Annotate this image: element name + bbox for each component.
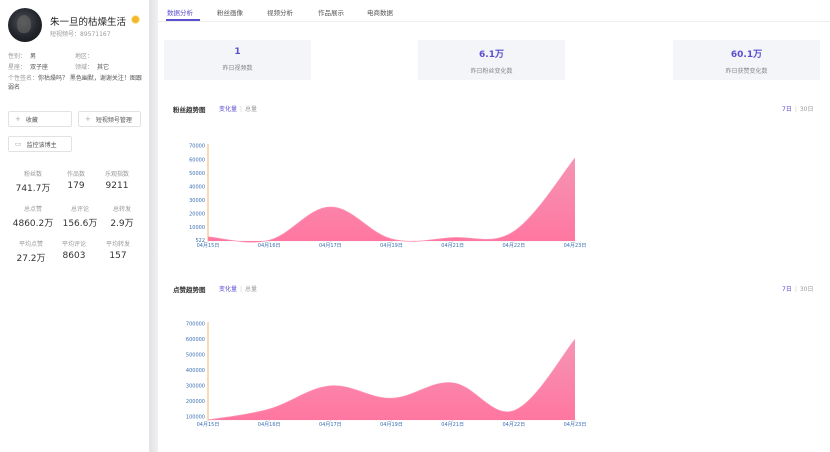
stat-label: 总点赞 <box>23 206 42 213</box>
verified-badge-icon <box>131 15 140 24</box>
avatar[interactable] <box>8 8 42 42</box>
monitor-button[interactable]: ▭ 监控该博主 <box>8 136 72 152</box>
y-tick-label: 500000 <box>186 353 205 359</box>
plus-icon: + <box>15 115 21 123</box>
stat-label: 乐观指数 <box>104 171 129 178</box>
signature: 个性签名：你枯燥吗？ 黑色幽默，谢谢关注！图跟弱名 <box>8 74 144 92</box>
y-tick-label: 400000 <box>186 368 205 374</box>
stat-value: 2.9万 <box>110 219 134 229</box>
charts-canvas: 5221000020000300004000050000600007000004… <box>186 144 586 428</box>
nickname: 朱一旦的枯燥生活 <box>50 17 127 28</box>
y-tick-label: 100000 <box>186 415 205 421</box>
stat-label: 平均评论 <box>61 241 86 248</box>
stat-label: 平均转发 <box>105 241 130 248</box>
x-tick-label: 04月17日 <box>319 422 342 428</box>
x-tick-label: 04月21日 <box>441 243 464 249</box>
x-tick-label: 04月19日 <box>380 422 403 428</box>
constellation-value: 双子座 <box>30 64 49 71</box>
gender-row: 性别：男 <box>8 51 36 60</box>
x-tick-label: 04月22日 <box>502 243 525 249</box>
field-value: 其它 <box>97 64 110 71</box>
region-row: 地区： <box>75 51 97 60</box>
stat-total-comments: 总评论 156.6万 <box>57 204 103 229</box>
stat-avg-comments: 平均评论 8603 <box>51 239 97 261</box>
stat-label: 总转发 <box>112 206 131 213</box>
gender-label: 性别： <box>8 53 27 60</box>
stat-fans: 粉丝数 741.7万 <box>10 169 56 194</box>
x-tick-label: 04月21日 <box>441 422 464 428</box>
stat-value: 27.2万 <box>16 254 46 264</box>
stat-value: 157 <box>109 251 127 261</box>
stat-optimism: 乐观指数 9211 <box>94 169 140 191</box>
fans-trend-chart: 5221000020000300004000050000600007000004… <box>189 144 586 249</box>
stat-total-shares: 总转发 2.9万 <box>99 204 145 229</box>
y-tick-label: 40000 <box>189 184 205 190</box>
stat-avg-shares: 平均转发 157 <box>95 239 141 261</box>
stat-value: 156.6万 <box>62 219 98 229</box>
sidebar-divider <box>150 0 158 452</box>
field-label: 领域： <box>75 64 94 71</box>
stat-value: 4860.2万 <box>12 219 54 229</box>
y-tick-label: 200000 <box>186 399 205 405</box>
x-tick-label: 04月16日 <box>258 422 281 428</box>
x-tick-label: 04月15日 <box>197 243 220 249</box>
gender-value: 男 <box>30 53 37 60</box>
constellation-row: 星座： 双子座 <box>8 62 48 71</box>
main-panel: 数据分析 粉丝画像 视频分析 作品展示 电商数据 1 昨日视频数 6.1万 昨日… <box>158 0 830 452</box>
account-id: 短视频号：89571167 <box>50 31 111 38</box>
manage-account-button[interactable]: + 短视频号管理 <box>78 111 141 127</box>
profile-header: 朱一旦的枯燥生活 短视频号：89571167 <box>8 8 148 42</box>
series-area <box>208 158 575 243</box>
monitor-button-label: 监控该博主 <box>26 141 57 149</box>
y-tick-label: 70000 <box>189 144 205 150</box>
x-tick-label: 04月23日 <box>564 243 587 249</box>
stat-total-likes: 总点赞 4860.2万 <box>10 204 56 229</box>
region-label: 地区： <box>75 53 94 60</box>
y-tick-label: 700000 <box>186 322 205 328</box>
x-tick-label: 04月16日 <box>258 243 281 249</box>
stat-value: 741.7万 <box>15 184 51 194</box>
y-tick-label: 30000 <box>189 198 205 204</box>
y-tick-label: 600000 <box>186 337 205 343</box>
constellation-label: 星座： <box>8 64 27 71</box>
field-row: 领域： 其它 <box>75 62 109 71</box>
stat-label: 平均点赞 <box>18 241 43 248</box>
signature-label: 个性签名： <box>8 75 39 82</box>
favorite-button[interactable]: + 收藏 <box>8 111 72 127</box>
stat-label: 作品数 <box>66 171 85 178</box>
stat-label: 粉丝数 <box>23 171 42 178</box>
plus-icon: + <box>85 115 91 123</box>
stat-value: 8603 <box>62 251 86 261</box>
y-tick-label: 50000 <box>189 171 205 177</box>
x-tick-label: 04月17日 <box>319 243 342 249</box>
sidebar: 朱一旦的枯燥生活 短视频号：89571167 性别：男 地区： 星座： 双子座 领… <box>0 0 150 452</box>
x-tick-label: 04月22日 <box>502 422 525 428</box>
y-tick-label: 10000 <box>189 225 205 231</box>
stat-value: 9211 <box>105 181 129 191</box>
x-tick-label: 04月19日 <box>380 243 403 249</box>
y-tick-label: 20000 <box>189 212 205 218</box>
x-tick-label: 04月15日 <box>197 422 220 428</box>
stat-label: 总评论 <box>70 206 89 213</box>
y-tick-label: 300000 <box>186 384 205 390</box>
y-tick-label: 60000 <box>189 157 205 163</box>
monitor-icon: ▭ <box>15 140 22 148</box>
x-tick-label: 04月23日 <box>564 422 587 428</box>
manage-account-button-label: 短视频号管理 <box>95 116 132 124</box>
stat-avg-likes: 平均点赞 27.2万 <box>8 239 54 264</box>
stat-value: 179 <box>67 181 85 191</box>
favorite-button-label: 收藏 <box>25 116 38 124</box>
likes-trend-chart: 100000 200000 300000 400000 500000 600000 7000… <box>186 322 586 428</box>
stat-works: 作品数 179 <box>53 169 99 191</box>
